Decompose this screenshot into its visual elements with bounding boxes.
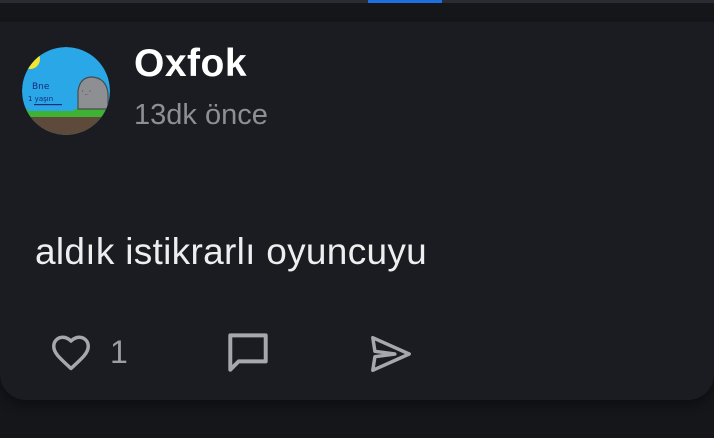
- comment-button[interactable]: [222, 327, 274, 377]
- avatar-image: ・_・ Bne 1 yaşın: [22, 47, 110, 135]
- svg-text:Bne: Bne: [32, 82, 50, 92]
- post-body: aldık istikrarlı oyuncuyu: [35, 231, 428, 272]
- post-header: ・_・ Bne 1 yaşın Oxfok 13dk önce: [22, 42, 268, 135]
- svg-text:1 yaşın: 1 yaşın: [28, 95, 53, 103]
- post-timestamp: 13dk önce: [134, 99, 268, 131]
- like-button[interactable]: 1: [46, 329, 128, 375]
- post-actions: 1: [0, 325, 714, 381]
- send-paper-plane-icon: [371, 335, 411, 373]
- like-count: 1: [110, 333, 128, 370]
- post-screen: ・_・ Bne 1 yaşın Oxfok 13dk önce aldık is…: [0, 0, 714, 438]
- svg-text:・_・: ・_・: [80, 89, 93, 95]
- top-divider: [0, 0, 714, 3]
- active-tab-indicator: [368, 0, 442, 3]
- comment-bubble-icon: [228, 333, 268, 372]
- heart-outline-icon: [52, 335, 90, 371]
- share-button[interactable]: [364, 331, 418, 377]
- author-meta: Oxfok 13dk önce: [134, 42, 268, 132]
- avatar[interactable]: ・_・ Bne 1 yaşın: [22, 47, 110, 135]
- author-name[interactable]: Oxfok: [134, 42, 268, 86]
